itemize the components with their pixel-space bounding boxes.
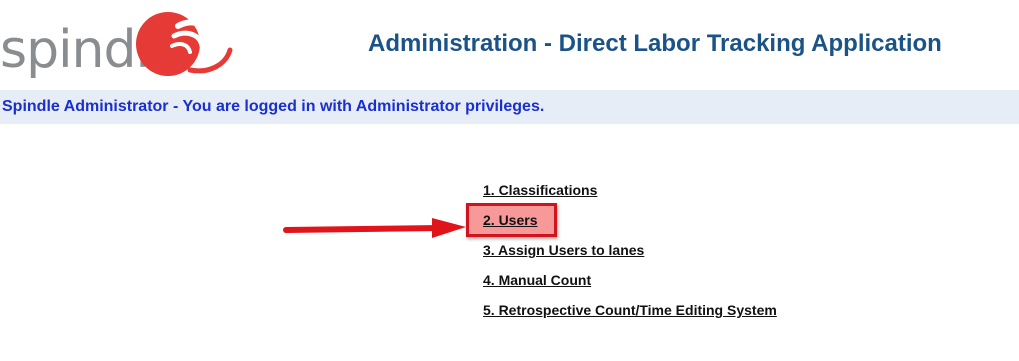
retrospective-count-link[interactable]: 5. Retrospective Count/Time Editing Syst…	[483, 302, 777, 318]
menu-item-assign-users: 3. Assign Users to lanes	[483, 242, 777, 272]
spindle-logo: spindle	[0, 0, 240, 92]
menu-item-users: 2. Users	[483, 212, 777, 242]
menu-item-classifications: 1. Classifications	[483, 182, 777, 212]
classifications-link[interactable]: 1. Classifications	[483, 182, 597, 198]
login-status-bar: Spindle Administrator - You are logged i…	[0, 90, 1019, 124]
login-status-message: Spindle Administrator - You are logged i…	[2, 98, 545, 115]
users-link[interactable]: 2. Users	[483, 212, 537, 228]
admin-menu: 1. Classifications 2. Users 3. Assign Us…	[483, 182, 777, 332]
menu-item-manual-count: 4. Manual Count	[483, 272, 777, 302]
page-title: Administration - Direct Labor Tracking A…	[368, 30, 942, 57]
manual-count-link[interactable]: 4. Manual Count	[483, 272, 591, 288]
assign-users-to-lanes-link[interactable]: 3. Assign Users to lanes	[483, 242, 644, 258]
menu-item-retrospective: 5. Retrospective Count/Time Editing Syst…	[483, 302, 777, 332]
logo-swirl-icon	[136, 12, 233, 76]
admin-page: spindle Administration - Direct Labor Tr…	[0, 0, 1019, 361]
pointer-arrow-icon	[283, 218, 466, 238]
